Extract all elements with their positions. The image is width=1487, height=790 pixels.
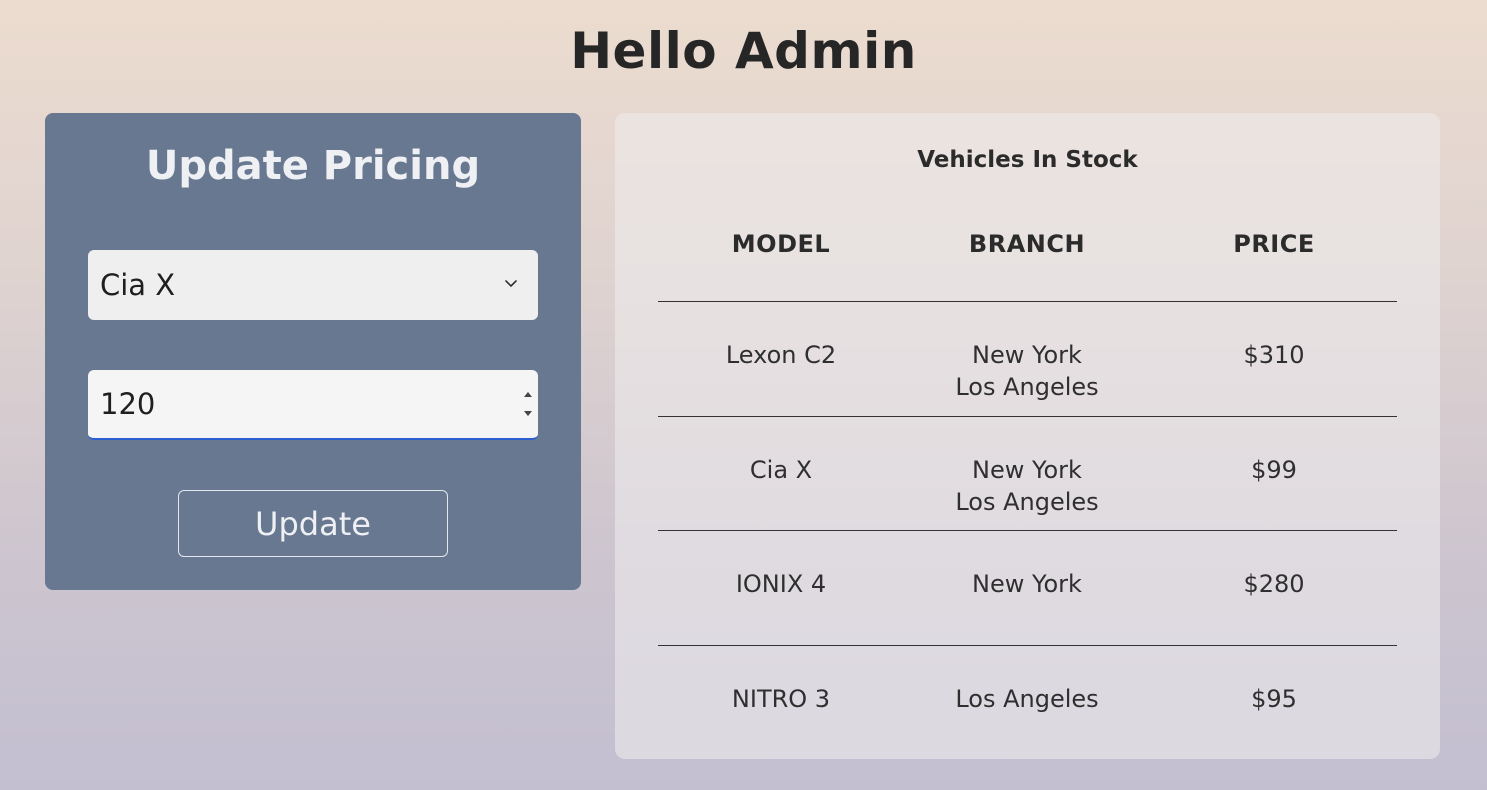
price-cell: $95 bbox=[1251, 685, 1297, 713]
branch-line: Los Angeles bbox=[955, 373, 1099, 401]
model-select[interactable]: Cia X bbox=[88, 250, 538, 320]
price-cell: $280 bbox=[1243, 570, 1305, 598]
vehicles-in-stock-card: Vehicles In Stock MODEL BRANCH PRICE Lex… bbox=[615, 113, 1440, 759]
page-title: Hello Admin bbox=[570, 22, 917, 80]
price-cell: $310 bbox=[1243, 341, 1305, 369]
table-row: Cia X New York Los Angeles $99 bbox=[658, 416, 1397, 531]
table-row: Lexon C2 New York Los Angeles $310 bbox=[658, 302, 1397, 417]
branch-line: Los Angeles bbox=[955, 685, 1099, 713]
branch-line: New York bbox=[972, 456, 1082, 484]
price-cell: $99 bbox=[1251, 456, 1297, 484]
table-header: MODEL BRANCH PRICE bbox=[658, 225, 1397, 302]
model-cell: NITRO 3 bbox=[731, 685, 831, 713]
stock-title: Vehicles In Stock bbox=[917, 147, 1138, 173]
column-header-branch: BRANCH bbox=[968, 230, 1086, 258]
column-header-price: PRICE bbox=[1233, 230, 1315, 258]
branch-line: New York bbox=[972, 570, 1082, 598]
branch-cell: Los Angeles bbox=[904, 683, 1150, 715]
model-cell: IONIX 4 bbox=[735, 570, 827, 598]
table-row: NITRO 3 Los Angeles $95 bbox=[658, 645, 1397, 759]
chevron-down-icon bbox=[505, 280, 517, 287]
price-input-value: 120 bbox=[100, 387, 156, 421]
table-row: IONIX 4 New York $280 bbox=[658, 531, 1397, 646]
update-pricing-panel: Update Pricing Cia X 120 Update bbox=[45, 113, 581, 590]
model-cell: Lexon C2 bbox=[725, 341, 837, 369]
update-button[interactable]: Update bbox=[178, 490, 448, 557]
branch-cell: New York Los Angeles bbox=[904, 339, 1150, 403]
branch-line: New York bbox=[972, 341, 1082, 369]
model-cell: Cia X bbox=[749, 456, 813, 484]
price-input[interactable]: 120 bbox=[88, 370, 538, 440]
model-select-value: Cia X bbox=[100, 268, 176, 302]
branch-line: Los Angeles bbox=[955, 488, 1099, 516]
column-header-model: MODEL bbox=[731, 230, 831, 258]
spinner-arrows-icon[interactable] bbox=[521, 384, 535, 424]
branch-cell: New York bbox=[904, 568, 1150, 600]
branch-cell: New York Los Angeles bbox=[904, 454, 1150, 518]
panel-title: Update Pricing bbox=[145, 143, 481, 189]
